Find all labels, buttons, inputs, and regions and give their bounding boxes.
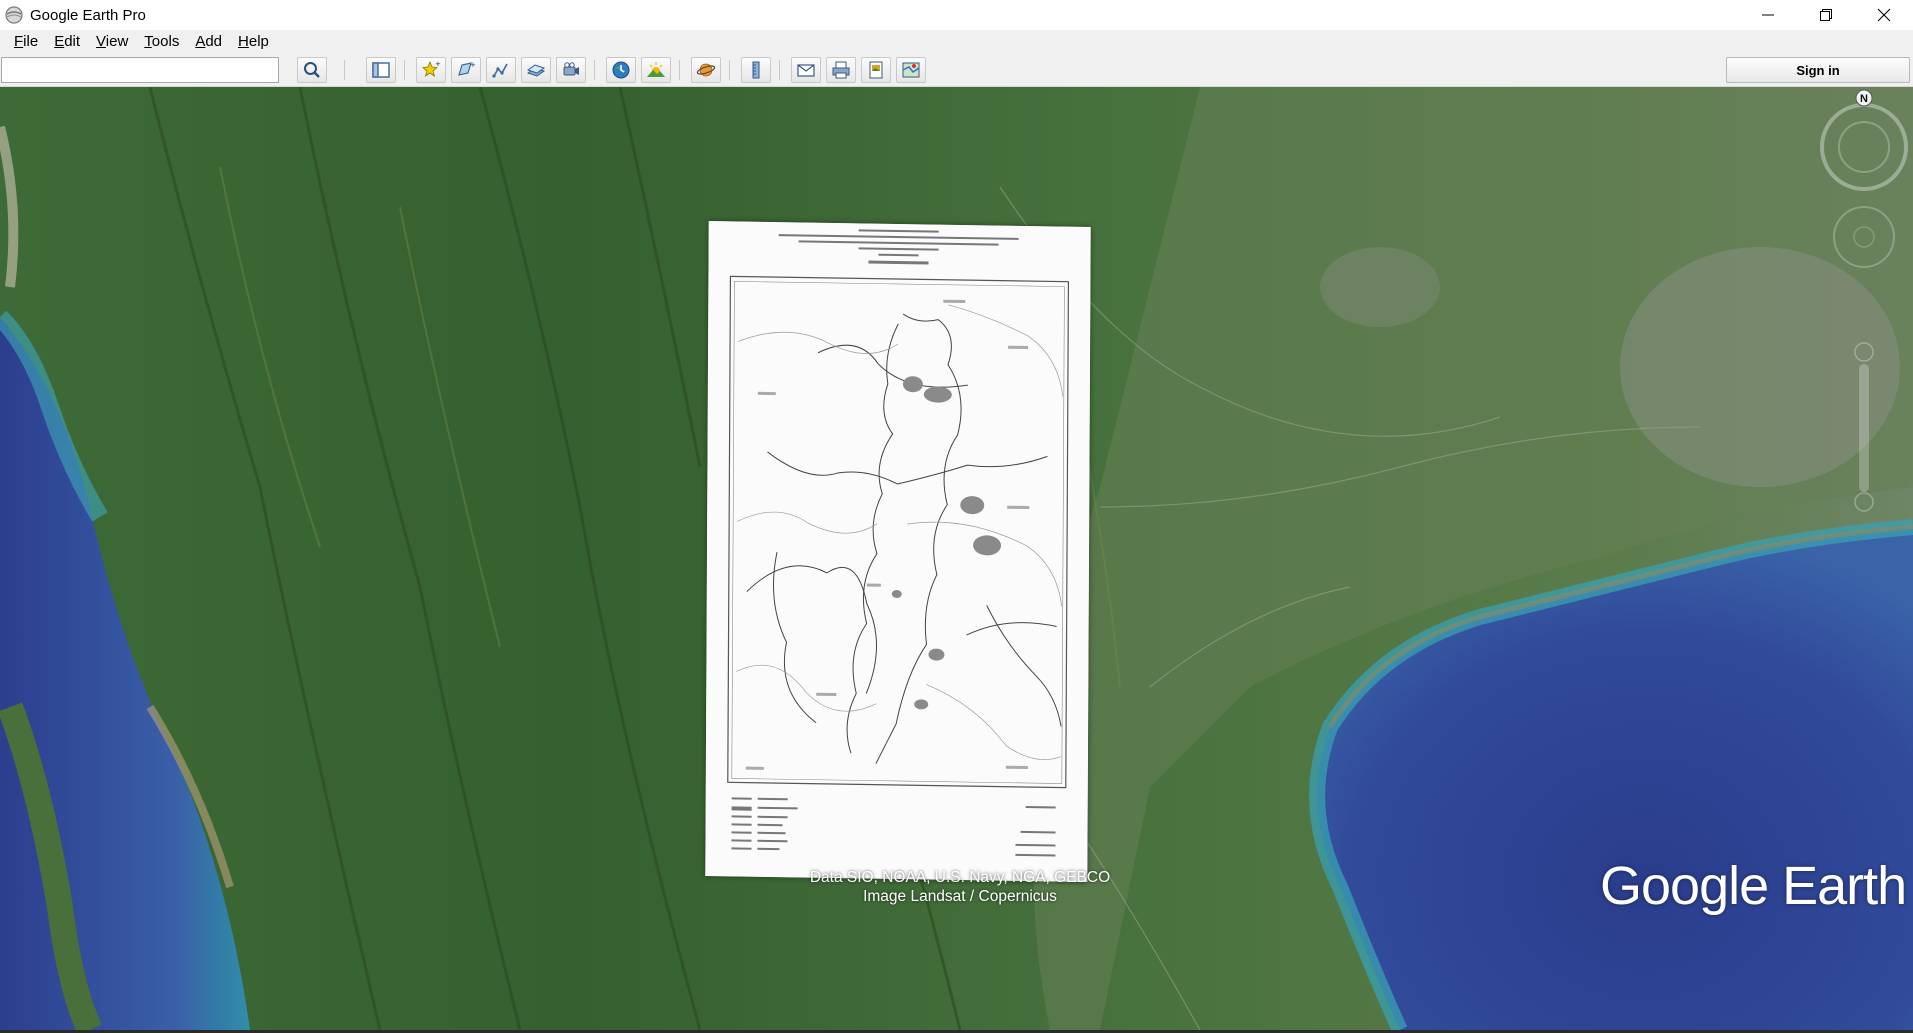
print-button[interactable] — [826, 57, 856, 83]
svg-text:+: + — [435, 60, 441, 68]
attribution-line-image: Image Landsat / Copernicus — [863, 888, 1057, 905]
sidebar-toggle-button[interactable] — [366, 57, 396, 83]
imagery-attribution: Data SIO, NOAA, U.S. Navy, NGA, GEBCO Im… — [700, 868, 1220, 906]
compass-north-label: N — [1860, 93, 1868, 105]
historical-imagery-button[interactable] — [606, 57, 636, 83]
record-tour-button[interactable] — [556, 57, 586, 83]
print-icon — [832, 61, 850, 79]
restore-button[interactable] — [1797, 0, 1855, 30]
sunlight-icon — [647, 62, 665, 77]
toolbar-separator — [779, 60, 780, 80]
attribution-line-data: Data SIO, NOAA, U.S. Navy, NGA, GEBCO — [809, 869, 1111, 886]
menu-add[interactable]: Add — [187, 33, 230, 50]
toolbar-separator — [344, 60, 345, 80]
add-path-button[interactable] — [486, 57, 516, 83]
toolbar: + + Sign in — [0, 52, 1913, 87]
planets-icon — [696, 63, 716, 77]
menu-help[interactable]: Help — [230, 33, 277, 50]
toolbar-separator — [679, 60, 680, 80]
record-tour-icon — [563, 62, 579, 76]
add-polygon-icon: + — [458, 61, 476, 76]
ruler-icon — [752, 61, 760, 79]
title-bar: Google Earth Pro — [0, 0, 1913, 30]
menu-edit[interactable]: Edit — [46, 33, 88, 50]
look-joystick[interactable] — [1833, 206, 1895, 268]
minimize-button[interactable] — [1739, 0, 1797, 30]
add-path-icon — [492, 63, 508, 78]
map-viewport[interactable]: N Data SIO, NOAA, U.S. Navy, NGA, GEBCO … — [0, 87, 1913, 1030]
historical-imagery-icon — [612, 61, 630, 79]
ruler-button[interactable] — [741, 57, 771, 83]
navigation-controls[interactable]: N — [1816, 87, 1912, 527]
overlay-map-drawing — [705, 221, 1091, 882]
view-in-maps-icon — [902, 62, 920, 78]
zoom-slider[interactable] — [1854, 342, 1874, 512]
add-placemark-icon: + — [422, 60, 441, 77]
close-icon — [1877, 8, 1891, 22]
google-earth-globe-icon — [5, 6, 23, 24]
save-image-icon — [869, 61, 883, 79]
menu-view[interactable]: View — [88, 33, 136, 50]
restore-icon — [1820, 9, 1832, 21]
search-button[interactable] — [297, 57, 327, 83]
compass-ring[interactable]: N — [1820, 89, 1908, 191]
minimize-icon — [1762, 14, 1774, 16]
sidebar-toggle-icon — [372, 62, 390, 78]
toolbar-separator — [594, 60, 595, 80]
save-image-button[interactable] — [861, 57, 891, 83]
search-icon — [304, 62, 320, 78]
sunlight-button[interactable] — [641, 57, 671, 83]
email-icon — [797, 64, 815, 77]
window-controls — [1739, 0, 1913, 30]
menu-tools[interactable]: Tools — [136, 33, 187, 50]
planets-button[interactable] — [691, 57, 721, 83]
view-in-maps-button[interactable] — [896, 57, 926, 83]
google-earth-logo: Google Earth — [1600, 856, 1907, 916]
close-button[interactable] — [1855, 0, 1913, 30]
add-placemark-button[interactable]: + — [416, 57, 446, 83]
add-polygon-button[interactable]: + — [451, 57, 481, 83]
menu-bar: File Edit View Tools Add Help — [0, 30, 1913, 52]
email-button[interactable] — [791, 57, 821, 83]
window-title: Google Earth Pro — [30, 6, 146, 24]
toolbar-separator — [729, 60, 730, 80]
sign-in-button[interactable]: Sign in — [1726, 57, 1910, 83]
search-input[interactable] — [1, 57, 279, 83]
menu-file[interactable]: File — [6, 33, 46, 50]
toolbar-separator — [404, 60, 405, 80]
add-image-overlay-icon — [526, 64, 546, 77]
scanned-map-image-overlay[interactable] — [705, 221, 1091, 882]
add-image-overlay-button[interactable] — [521, 57, 551, 83]
svg-text:+: + — [470, 61, 476, 69]
